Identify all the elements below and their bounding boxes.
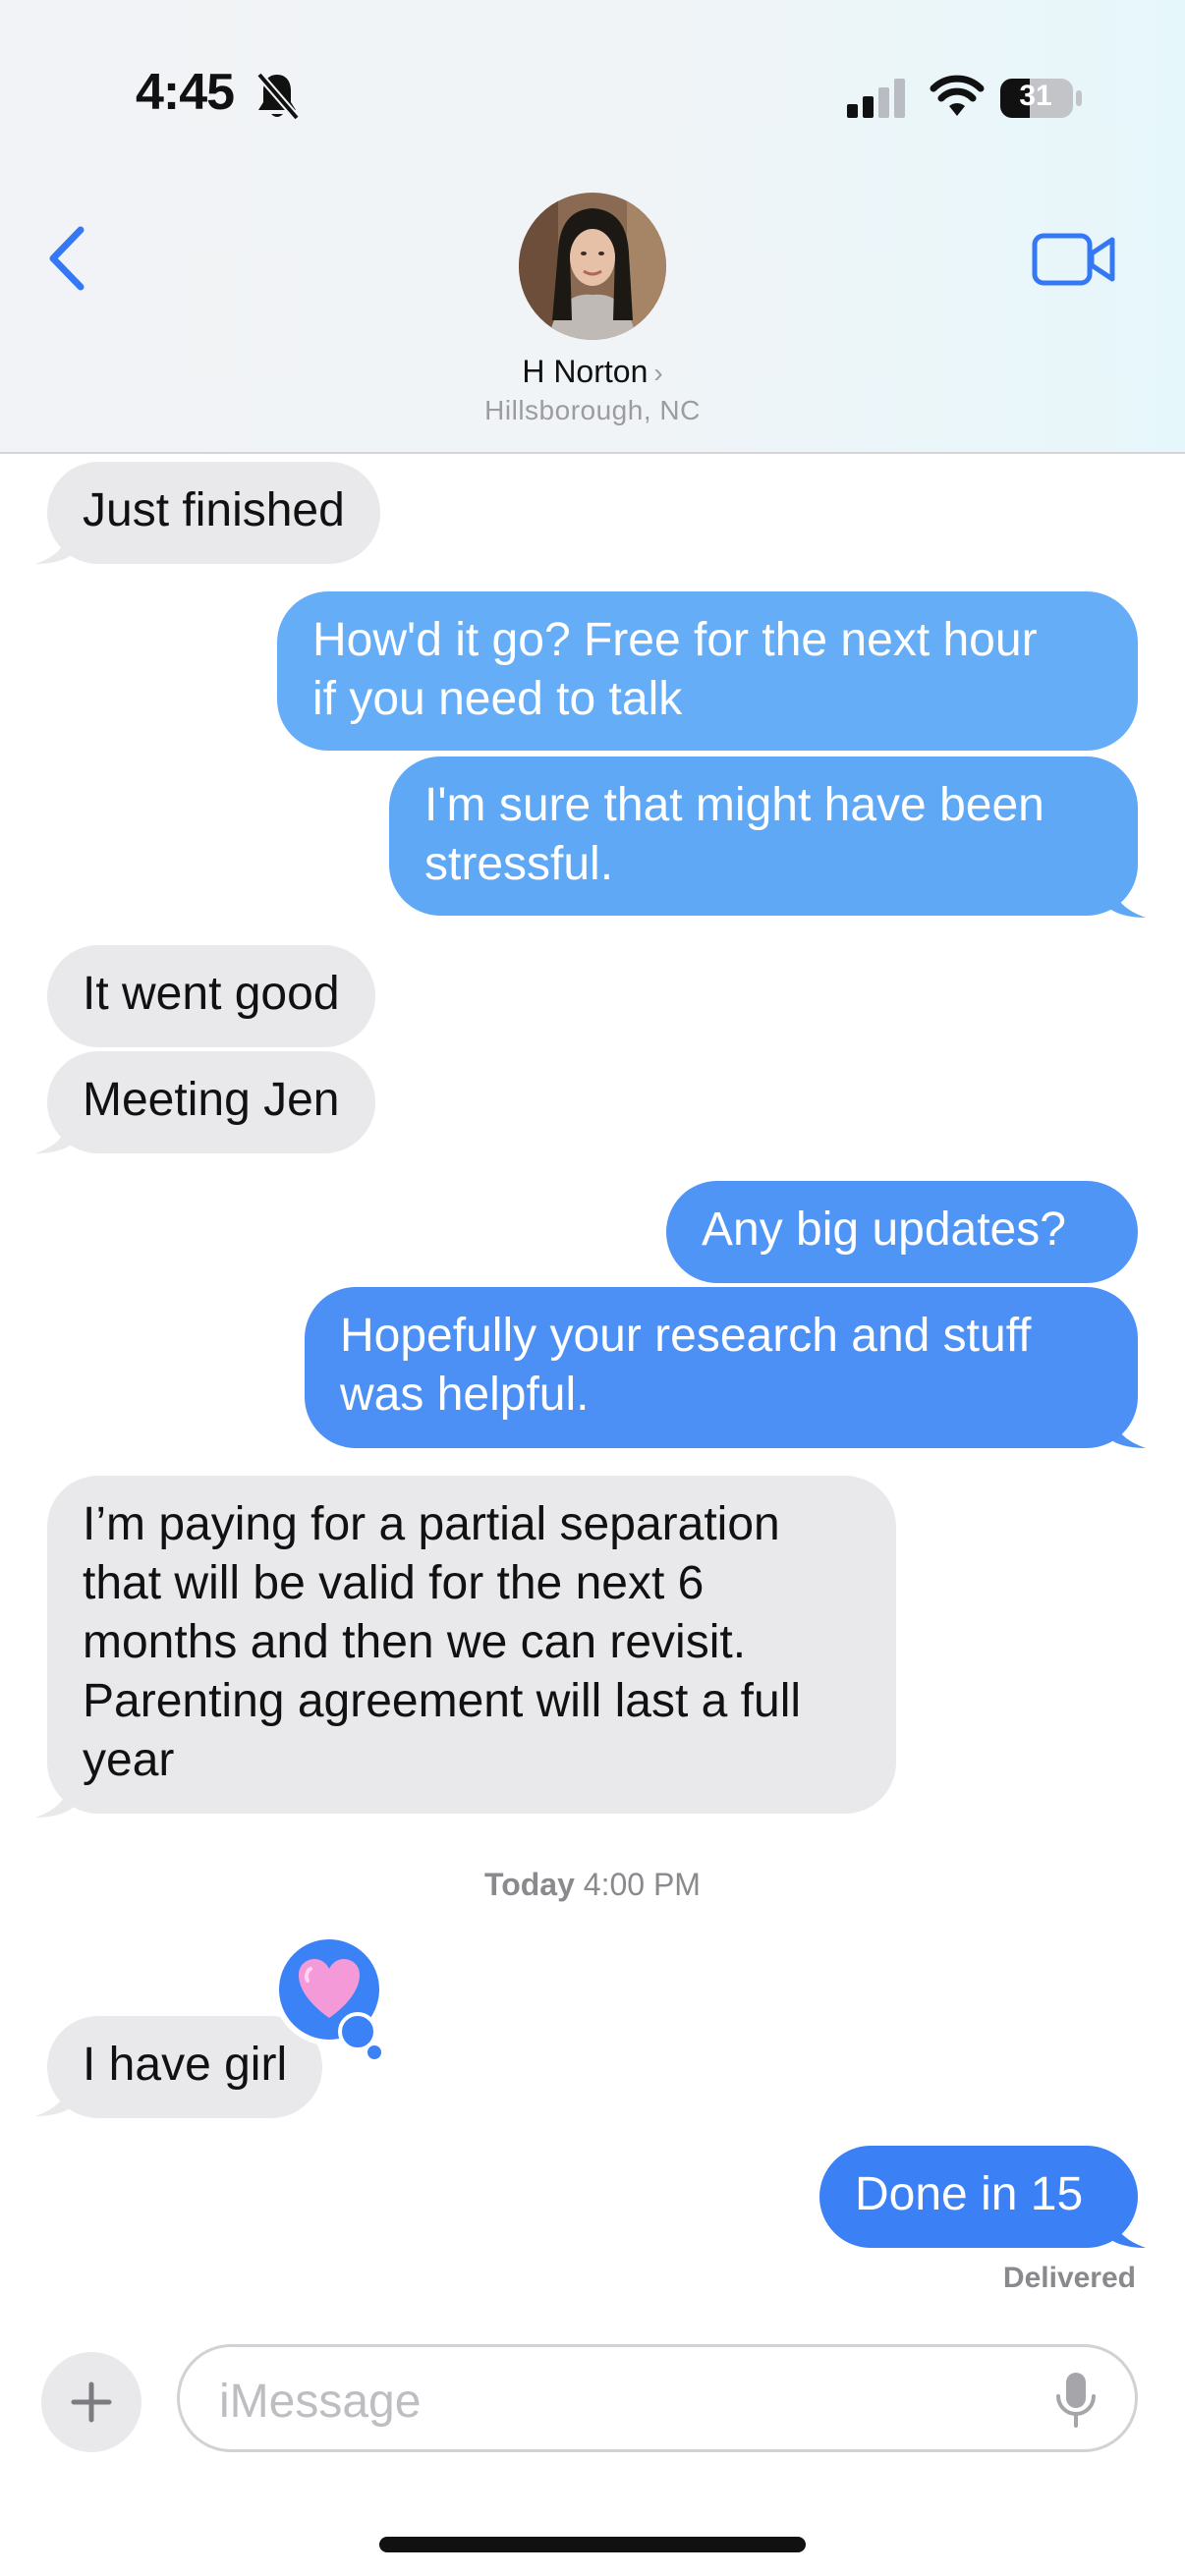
outgoing-message[interactable]: Any big updates? bbox=[666, 1181, 1138, 1283]
incoming-message[interactable]: Meeting Jen bbox=[47, 1051, 375, 1153]
back-chevron-icon[interactable] bbox=[43, 224, 92, 293]
timestamp-day: Today bbox=[484, 1867, 575, 1902]
incoming-message[interactable]: It went good bbox=[47, 945, 375, 1047]
bell-off-icon bbox=[255, 72, 301, 121]
wifi-icon bbox=[930, 75, 985, 116]
add-attachment-button[interactable] bbox=[41, 2352, 141, 2452]
incoming-message[interactable]: Just finished bbox=[47, 462, 380, 564]
contact-name-label[interactable]: H Norton bbox=[522, 354, 648, 389]
message-input[interactable]: iMessage bbox=[177, 2344, 1138, 2452]
contact-location: Hillsborough, NC bbox=[484, 395, 701, 425]
outgoing-message[interactable]: Hopefully your research and stuff was he… bbox=[305, 1287, 1138, 1448]
message-input-placeholder: iMessage bbox=[219, 2376, 422, 2428]
delivered-status: Delivered bbox=[1002, 2262, 1136, 2294]
battery-percentage: 31 bbox=[1019, 80, 1052, 112]
plus-icon bbox=[71, 2381, 112, 2423]
contact-avatar[interactable] bbox=[519, 193, 666, 340]
timestamp-time: 4:00 PM bbox=[583, 1867, 701, 1902]
message-timestamp: Today 4:00 PM bbox=[0, 1867, 1185, 1903]
reaction-tail-dot bbox=[367, 2045, 381, 2059]
chevron-right-icon: › bbox=[653, 358, 663, 388]
video-call-icon[interactable] bbox=[1032, 230, 1116, 289]
outgoing-message[interactable]: I'm sure that might have been stressful. bbox=[389, 756, 1138, 916]
conversation-header: 4:45 31 H Norton › Hillsborough, NC bbox=[0, 0, 1185, 454]
contact-name[interactable]: H Norton › bbox=[0, 354, 1185, 390]
outgoing-message[interactable]: Done in 15 bbox=[819, 2146, 1138, 2248]
home-indicator[interactable] bbox=[379, 2537, 806, 2552]
incoming-message[interactable]: I’m paying for a partial separation that… bbox=[47, 1476, 896, 1814]
microphone-icon[interactable] bbox=[1054, 2371, 1098, 2430]
outgoing-message[interactable]: How'd it go? Free for the next hour if y… bbox=[277, 591, 1138, 751]
cellular-signal-icon bbox=[847, 79, 905, 118]
status-time: 4:45 bbox=[136, 64, 235, 121]
